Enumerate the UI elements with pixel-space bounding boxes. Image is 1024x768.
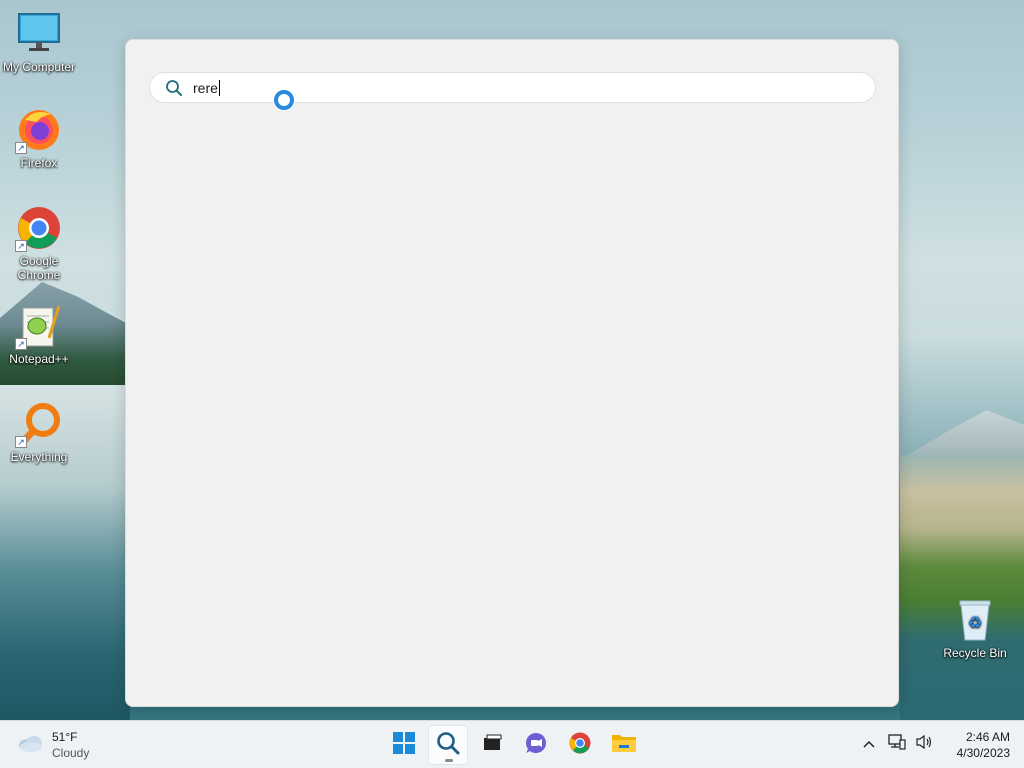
chat-icon	[524, 731, 548, 760]
desktop-icon-label: Firefox	[20, 156, 58, 170]
weather-condition: Cloudy	[52, 746, 90, 760]
chrome-icon: ↗	[15, 204, 63, 252]
start-button[interactable]	[384, 725, 424, 765]
taskbar-apps	[384, 725, 648, 765]
notepad-plus-plus-icon: ↗	[15, 302, 63, 350]
search-icon	[165, 79, 183, 97]
shortcut-arrow-icon: ↗	[15, 338, 27, 350]
taskbar-search-button[interactable]	[428, 725, 468, 765]
task-view-icon	[481, 732, 503, 759]
chrome-icon	[568, 731, 592, 760]
taskbar: 51°F Cloudy 2:46 AM 4/30/2023	[0, 720, 1024, 768]
search-panel: rere	[125, 39, 899, 707]
wallpaper-field	[900, 455, 1024, 720]
desktop-icon-my-computer[interactable]: My Computer	[0, 10, 78, 74]
shortcut-arrow-icon: ↗	[15, 436, 27, 448]
network-button[interactable]	[886, 733, 908, 755]
weather-temperature: 51°F	[52, 730, 78, 744]
show-hidden-icons-button[interactable]	[858, 733, 880, 755]
desktop-icon-recycle-bin[interactable]: ♻ Recycle Bin	[936, 596, 1014, 660]
weather-widget[interactable]: 51°F Cloudy	[16, 729, 89, 761]
chevron-up-icon	[863, 735, 875, 753]
shortcut-arrow-icon: ↗	[15, 142, 27, 154]
taskbar-chrome-button[interactable]	[560, 725, 600, 765]
search-input[interactable]: rere	[149, 72, 876, 103]
busy-cursor-icon	[274, 90, 294, 110]
desktop-icon-label: My Computer	[2, 60, 76, 74]
volume-button[interactable]	[914, 733, 936, 755]
file-explorer-button[interactable]	[604, 725, 644, 765]
volume-icon	[916, 734, 934, 755]
network-icon	[888, 733, 906, 755]
clock-date: 4/30/2023	[956, 746, 1010, 760]
search-icon	[436, 731, 460, 760]
desktop-icon-google-chrome[interactable]: ↗ Google Chrome	[0, 204, 78, 282]
system-tray	[858, 733, 942, 755]
wallpaper-mountain	[900, 410, 1024, 460]
shortcut-arrow-icon: ↗	[15, 240, 27, 252]
clock-time: 2:46 AM	[965, 730, 1010, 744]
desktop-icon-label: Google Chrome	[17, 254, 61, 282]
task-view-button[interactable]	[472, 725, 512, 765]
desktop-icon-firefox[interactable]: ↗ Firefox	[0, 106, 78, 170]
folder-icon	[611, 732, 637, 759]
windows-logo-icon	[393, 731, 415, 759]
taskbar-clock[interactable]: 2:46 AM 4/30/2023	[944, 729, 1010, 761]
desktop-icon-label: Everything	[10, 450, 68, 464]
search-query-text[interactable]: rere	[193, 79, 220, 96]
desktop-icon-label: Notepad++	[9, 352, 69, 366]
desktop-icon-label: Recycle Bin	[943, 646, 1007, 660]
firefox-icon: ↗	[15, 106, 63, 154]
desktop-icon-everything[interactable]: ↗ Everything	[0, 400, 78, 464]
chat-button[interactable]	[516, 725, 556, 765]
recycle-bin-icon: ♻	[951, 596, 999, 644]
monitor-icon	[15, 10, 63, 58]
desktop-icon-notepad-plus-plus[interactable]: ↗ Notepad++	[0, 302, 78, 366]
svg-text:♻: ♻	[968, 613, 982, 632]
cloud-icon	[16, 732, 44, 759]
everything-search-icon: ↗	[15, 400, 63, 448]
